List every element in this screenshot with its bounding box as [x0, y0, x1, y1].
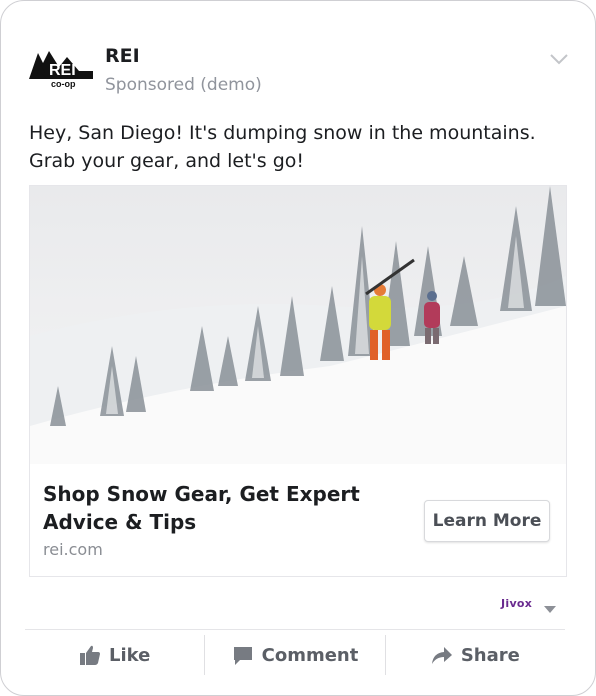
thumbs-up-icon [79, 645, 100, 665]
ad-headline[interactable]: Shop Snow Gear, Get Expert Advice & Tips [43, 480, 423, 536]
jivox-chevron-down-icon[interactable] [543, 599, 557, 613]
page-name[interactable]: REI [105, 45, 140, 67]
logo-coop: co-op [51, 79, 76, 89]
share-button[interactable]: Share [384, 635, 565, 675]
like-label: Like [108, 644, 151, 666]
logo-wordmark: REI [49, 62, 76, 79]
post-message: Hey, San Diego! It's dumping snow in the… [29, 122, 536, 172]
speech-bubble-icon [233, 647, 252, 665]
sponsored-post-card: REI co-op REI Sponsored (demo) Hey, San … [0, 0, 596, 696]
actions-divider [25, 629, 565, 630]
learn-more-button[interactable]: Learn More [424, 500, 550, 542]
post-actions: Like Comment Share [25, 635, 565, 675]
rei-logo[interactable]: REI co-op [29, 45, 93, 89]
jivox-label[interactable]: Jivox [501, 597, 532, 610]
ad-link-card[interactable]: Shop Snow Gear, Get Expert Advice & Tips… [29, 185, 567, 577]
share-arrow-icon [431, 647, 452, 664]
ad-image-skiers[interactable] [30, 186, 566, 464]
comment-button[interactable]: Comment [204, 635, 384, 675]
chevron-down-icon[interactable] [549, 51, 569, 65]
post-header: REI co-op REI Sponsored (demo) [29, 45, 569, 101]
ad-domain: rei.com [43, 540, 103, 559]
like-button[interactable]: Like [25, 635, 204, 675]
share-label: Share [460, 644, 520, 666]
sponsored-label: Sponsored (demo) [105, 75, 262, 95]
comment-label: Comment [261, 644, 359, 666]
